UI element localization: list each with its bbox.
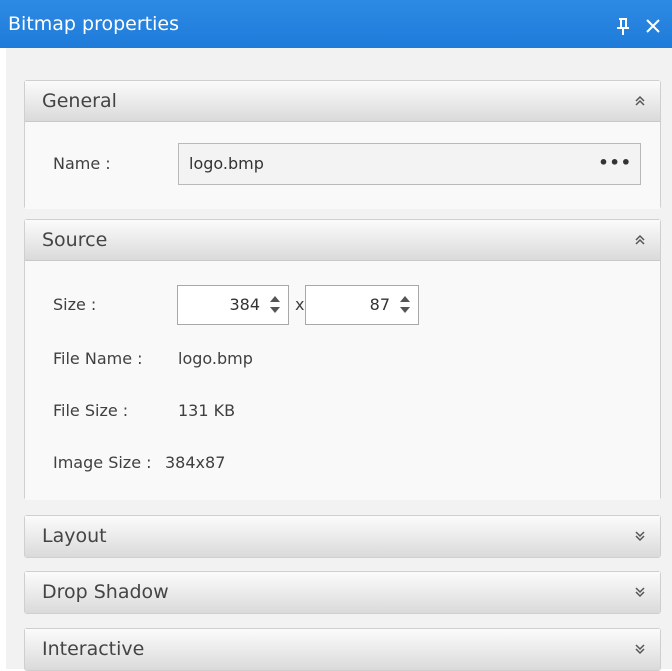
section-source-title: Source <box>42 229 108 251</box>
section-layout-header[interactable]: Layout <box>25 516 660 557</box>
file-name-label: File Name : <box>53 349 143 368</box>
section-source-header[interactable]: Source <box>25 220 660 261</box>
expand-chevron-icon[interactable] <box>634 572 646 612</box>
section-general-title: General <box>42 90 117 112</box>
name-field-value: logo.bmp <box>189 154 264 173</box>
section-drop-shadow-header[interactable]: Drop Shadow <box>25 572 660 613</box>
image-size-label: Image Size : <box>53 453 152 472</box>
section-source: Source Size : 384 x 87 File Name : logo.… <box>24 219 661 500</box>
height-stepper[interactable]: 87 <box>305 285 419 325</box>
width-value: 384 <box>229 295 260 314</box>
section-general: General Name : logo.bmp ••• <box>24 80 661 209</box>
window-title: Bitmap properties <box>8 13 179 35</box>
file-size-value: 131 KB <box>178 401 236 420</box>
file-size-label: File Size : <box>53 401 129 420</box>
expand-chevron-icon[interactable] <box>634 629 646 669</box>
size-label: Size : <box>53 295 97 314</box>
name-field[interactable]: logo.bmp ••• <box>178 143 641 185</box>
width-stepper[interactable]: 384 <box>177 285 289 325</box>
height-spin-arrows-icon[interactable] <box>399 295 411 315</box>
width-spin-arrows-icon[interactable] <box>269 295 281 315</box>
section-drop-shadow-title: Drop Shadow <box>42 581 169 603</box>
file-name-value: logo.bmp <box>178 349 253 368</box>
collapse-chevron-icon[interactable] <box>634 81 646 121</box>
section-layout-title: Layout <box>42 525 107 547</box>
section-interactive: Interactive <box>24 628 661 671</box>
title-bar: Bitmap properties <box>0 0 672 48</box>
section-interactive-header[interactable]: Interactive <box>25 629 660 670</box>
section-interactive-title: Interactive <box>42 638 145 660</box>
collapse-chevron-icon[interactable] <box>634 220 646 260</box>
name-label: Name : <box>53 154 111 173</box>
section-drop-shadow: Drop Shadow <box>24 571 661 614</box>
close-icon[interactable] <box>640 0 666 48</box>
image-size-value: 384x87 <box>165 453 226 472</box>
pin-icon[interactable] <box>610 0 636 48</box>
size-separator: x <box>295 295 305 314</box>
browse-button[interactable]: ••• <box>598 144 632 182</box>
section-general-header[interactable]: General <box>25 81 660 122</box>
height-value: 87 <box>369 295 390 314</box>
section-layout: Layout <box>24 515 661 558</box>
section-general-body: Name : logo.bmp ••• <box>25 122 660 209</box>
expand-chevron-icon[interactable] <box>634 516 646 556</box>
section-source-body: Size : 384 x 87 File Name : logo.bmp Fil… <box>25 261 660 500</box>
